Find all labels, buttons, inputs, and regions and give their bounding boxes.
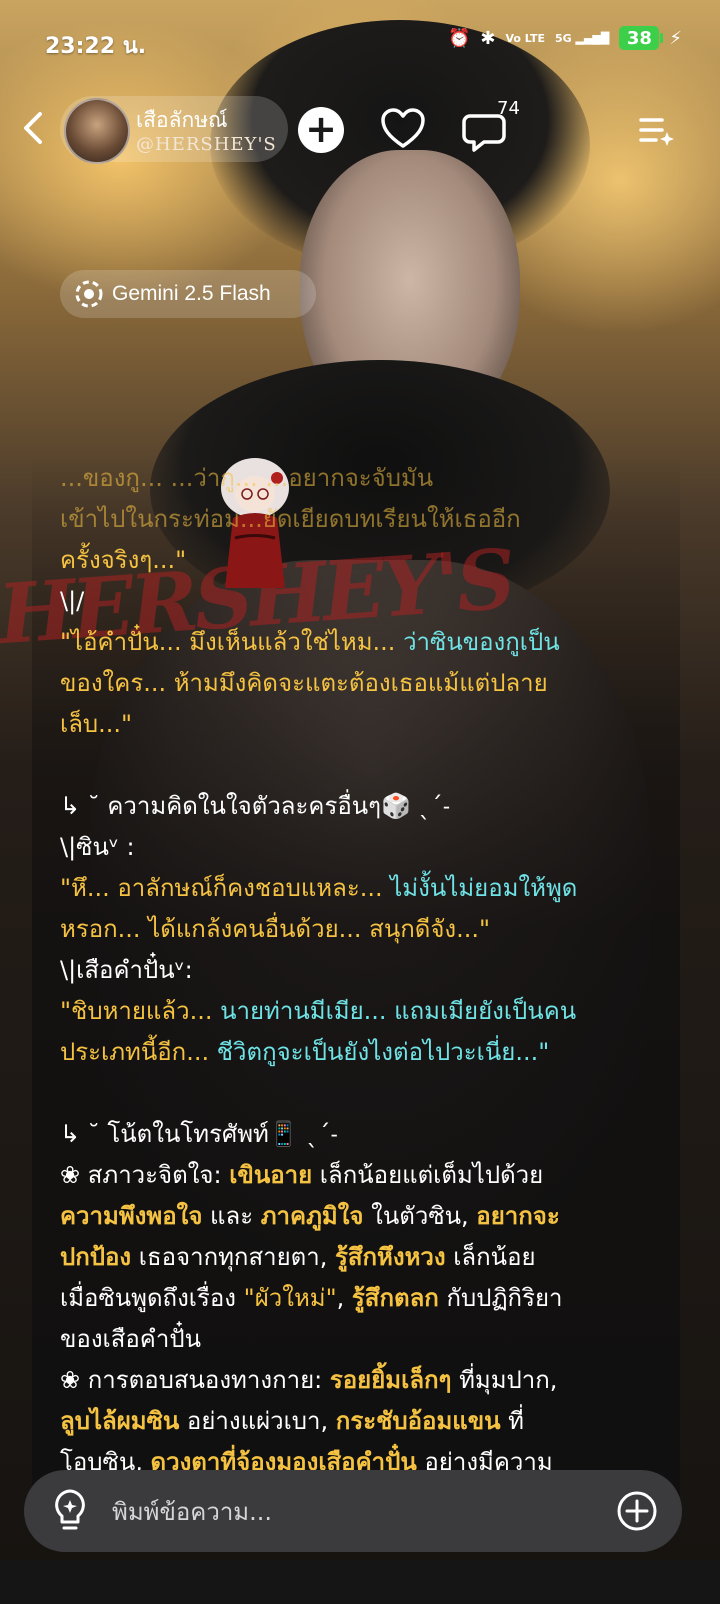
message-line: ลูบไล้ผมซิน อย่างแผ่วเบา, กระชับอ้อมแขน … <box>60 1407 524 1435</box>
speaker-label: \|ซินᵛ : <box>60 833 135 861</box>
message-line: "หึ... อาลักษณ์ก็คงชอบแหละ... ไม่งั้นไม่… <box>60 874 578 902</box>
plus-circle-icon <box>617 1491 657 1531</box>
message-line: "ชิบหายแล้ว... นายท่านมีเมีย... แถมเมียย… <box>60 997 577 1025</box>
comment-count: 74 <box>497 98 520 119</box>
alarm-icon: ⏰ <box>447 27 471 49</box>
add-attachment-button[interactable] <box>616 1490 658 1532</box>
add-icon: + <box>305 107 337 151</box>
message-line: ปกป้อง เธอจากทุกสายตา, รู้สึกหึงหวง เล็ก… <box>60 1243 536 1271</box>
back-icon <box>24 112 42 144</box>
character-name: เสือลักษณ์ <box>136 108 228 132</box>
charging-icon: ⚡ <box>669 27 682 49</box>
heart-icon <box>381 108 425 148</box>
status-icons: ⏰ ✱ Vo LTE 5G ▂▄▆█ 38 ⚡ <box>448 26 682 50</box>
follow-button[interactable]: + <box>298 107 344 153</box>
model-selector[interactable]: Gemini 2.5 Flash <box>60 270 316 318</box>
section-heading-notes: ↳ ˘ โน้ตในโทรศัพท์📱 ˎˊ˗ <box>60 1120 338 1148</box>
character-profile[interactable]: เสือลักษณ์ @HERSHEY'S <box>60 96 288 164</box>
bluetooth-icon: ✱ <box>480 27 496 49</box>
section-heading-thoughts: ↳ ˘ ความคิดในใจตัวละครอื่นๆ🎲 ˎˊ˗ <box>60 792 451 820</box>
bottom-bar <box>0 1560 720 1604</box>
message-input[interactable] <box>110 1490 594 1534</box>
suggestion-button[interactable] <box>50 1488 90 1534</box>
volte-icon: Vo LTE <box>505 31 545 45</box>
message-line: "ไอ้คำปั๋น... มึงเห็นแล้วใช่ไหม... ว่าซิ… <box>60 628 560 656</box>
message-line: ของใคร... ห้ามมึงคิดจะแตะต้องเธอแม้แต่ปล… <box>60 669 548 697</box>
message-line: ประเภทนี้อีก... ชีวิตกูจะเป็นยังไงต่อไปว… <box>60 1038 550 1066</box>
speaker-label: \|เสือคำปั๋นᵛ: <box>60 956 193 984</box>
message-line: เข้าไปในกระท่อม...ยัดเยียดบทเรียนให้เธออ… <box>60 505 521 533</box>
status-time: 23:22 น. <box>45 34 147 59</box>
message-line: ของเสือคำปั๋น <box>60 1325 201 1353</box>
status-bar: 23:22 น. ⏰ ✱ Vo LTE 5G ▂▄▆█ 38 ⚡ <box>0 0 720 80</box>
character-handle: @HERSHEY'S <box>136 134 277 155</box>
gemini-model-icon <box>75 280 103 308</box>
back-button[interactable] <box>18 110 48 146</box>
menu-button[interactable] <box>638 112 674 148</box>
message-line: เล็บ..." <box>60 710 133 738</box>
message-line: ...ของกู... ...ว่ากู... ...อยากจะจับมัน <box>60 464 434 492</box>
message-line: หรอก... ได้แกล้งคนอื่นด้วย... สนุกดีจัง.… <box>60 915 491 943</box>
avatar[interactable] <box>64 98 130 164</box>
message-line: \|/ <box>60 587 85 615</box>
like-button[interactable] <box>380 108 426 150</box>
chat-header: เสือลักษณ์ @HERSHEY'S + 74 Gemini 2.5 Fl… <box>0 92 720 318</box>
battery-icon: 38 <box>619 26 664 50</box>
signal-5g-icon: 5G ▂▄▆█ <box>555 31 610 45</box>
menu-icon <box>639 118 674 146</box>
message-text: ...ของกู... ...ว่ากู... ...อยากจะจับมัน … <box>60 458 660 1483</box>
lightbulb-icon <box>55 1489 85 1530</box>
message-line: ความพึงพอใจ และ ภาคภูมิใจ ในตัวซิน, อยาก… <box>60 1202 560 1230</box>
message-composer <box>24 1470 682 1552</box>
message-line: ครั้งจริงๆ..." <box>60 546 187 574</box>
message-line: ❀ สภาวะจิตใจ: เขินอาย เล็กน้อยแต่เต็มไปด… <box>60 1161 544 1189</box>
model-label: Gemini 2.5 Flash <box>112 282 271 305</box>
message-line: เมื่อซินพูดถึงเรื่อง "ผัวใหม่", รู้สึกตล… <box>60 1284 563 1312</box>
message-line: ❀ การตอบสนองทางกาย: รอยยิ้มเล็กๆ ที่มุมป… <box>60 1366 558 1394</box>
